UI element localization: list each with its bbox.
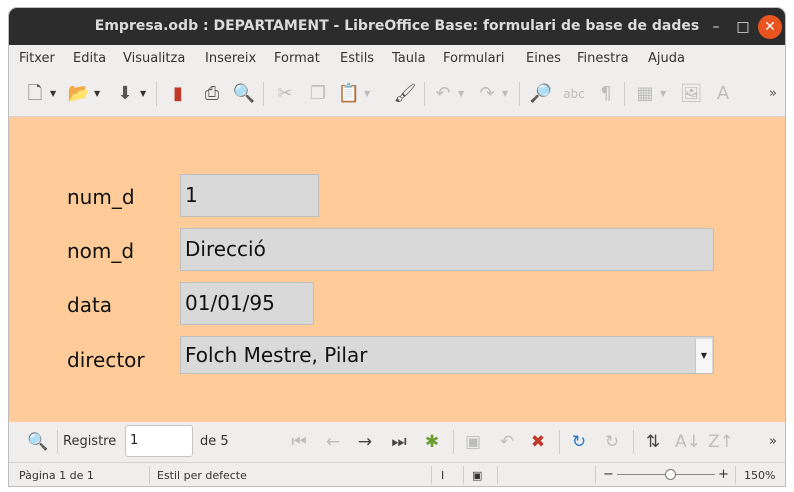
document-modified-icon: ▣ [472, 469, 483, 482]
zoom-slider-handle[interactable] [665, 469, 676, 480]
last-record-icon[interactable]: ⏭ [388, 431, 410, 453]
export-pdf-icon[interactable]: ▮ [166, 82, 190, 106]
zoom-in-button[interactable]: + [718, 467, 729, 482]
record-label: Registre [63, 434, 117, 449]
label-nom-d: nom_d [67, 239, 135, 263]
status-separator [463, 466, 464, 484]
toolbar-separator [519, 82, 520, 106]
redo-icon[interactable]: ↷ ▼ [475, 82, 508, 106]
page-style: Estil per defecte [157, 469, 247, 482]
maximize-button[interactable]: □ [731, 15, 755, 39]
menu-insereix[interactable]: Insereix [205, 51, 256, 66]
status-separator [431, 466, 432, 484]
toolbar-separator [633, 430, 634, 454]
record-number-input[interactable]: 1 [125, 425, 193, 457]
next-record-icon[interactable]: → [354, 431, 376, 453]
form-area: num_d 1 nom_d Direcció data 01/01/95 dir… [9, 117, 785, 422]
menu-eines[interactable]: Eines [526, 51, 561, 66]
insert-mode-icon: I [441, 469, 445, 482]
print-preview-icon[interactable]: 🔍 [232, 82, 256, 106]
zoom-out-button[interactable]: − [603, 467, 614, 482]
first-record-icon[interactable]: ⏮ [288, 431, 310, 453]
toolbar-separator [263, 82, 264, 106]
find-replace-icon[interactable]: 🔎 [529, 82, 553, 106]
menu-ajuda[interactable]: Ajuda [648, 51, 685, 66]
title-bar: Empresa.odb : DEPARTAMENT - LibreOffice … [9, 8, 785, 45]
menu-format[interactable]: Format [274, 51, 320, 66]
print-icon[interactable]: ⎙ [200, 82, 224, 106]
toolbar-separator [624, 82, 625, 106]
sort-ascending-icon[interactable]: A↓ [675, 431, 701, 453]
spelling-icon[interactable]: abc [562, 82, 586, 106]
label-num-d: num_d [67, 185, 135, 209]
toolbar-separator [453, 430, 454, 454]
find-record-icon[interactable]: 🔍 [27, 431, 49, 453]
menu-edita[interactable]: Edita [73, 51, 106, 66]
undo-record-icon[interactable]: ↶ [496, 431, 518, 453]
label-director: director [67, 348, 145, 372]
nom-d-field[interactable]: Direcció [180, 228, 714, 271]
data-field[interactable]: 01/01/95 [180, 282, 314, 325]
label-data: data [67, 293, 113, 317]
status-separator [149, 466, 150, 484]
menu-finestra[interactable]: Finestra [577, 51, 629, 66]
menu-bar: Fitxer Edita Visualitza Insereix Format … [9, 45, 785, 71]
minimize-button[interactable]: – [704, 15, 728, 39]
close-button[interactable]: ✕ [758, 15, 782, 39]
delete-record-icon[interactable]: ✖ [527, 431, 549, 453]
toolbar-separator [424, 82, 425, 106]
previous-record-icon[interactable]: ← [322, 431, 344, 453]
num-d-field[interactable]: 1 [180, 174, 319, 217]
refresh-icon[interactable]: ↻ [568, 431, 590, 453]
status-separator [735, 466, 736, 484]
menu-formulari[interactable]: Formulari [443, 51, 505, 66]
open-folder-icon[interactable]: 📂 ▼ [67, 82, 100, 106]
standard-toolbar: 🗋 ▼ 📂 ▼ ⬇ ▼ ▮ ⎙ 🔍 ✂ ❐ 📋 ▼ 🖌 ↶ ▼ ↷ ▼ 🔎 abc ¶ ▦ ▼… [9, 71, 785, 117]
copy-icon[interactable]: ❐ [306, 82, 330, 106]
window-title: Empresa.odb : DEPARTAMENT - LibreOffice … [94, 18, 700, 34]
toolbar-separator [559, 430, 560, 454]
form-navigation-toolbar: 🔍 Registre 1 de 5 ⏮ ← → ⏭ ✱ ▣ ↶ ✖ ↻ ↻ ⇅ … [9, 422, 785, 462]
menu-fitxer[interactable]: Fitxer [19, 51, 55, 66]
status-bar: Pàgina 1 de 1 Estil per defecte I ▣ − + … [9, 462, 785, 486]
chevron-down-icon[interactable]: ▼ [695, 339, 712, 373]
toolbar-overflow-icon[interactable]: » [761, 82, 785, 106]
undo-icon[interactable]: ↶ ▼ [431, 82, 464, 106]
zoom-level: 150% [744, 469, 776, 482]
sort-icon[interactable]: ⇅ [642, 431, 664, 453]
cut-icon[interactable]: ✂ [273, 82, 297, 106]
new-record-icon[interactable]: ✱ [421, 431, 443, 453]
director-dropdown[interactable]: Folch Mestre, Pilar ▼ [180, 336, 714, 374]
new-document-icon[interactable]: 🗋 ▼ [23, 82, 56, 106]
record-count-label: de 5 [200, 434, 229, 449]
status-separator [595, 466, 596, 484]
toolbar-separator [156, 82, 157, 106]
save-record-icon[interactable]: ▣ [462, 431, 484, 453]
text-box-icon[interactable]: A [711, 82, 735, 106]
navbar-overflow-icon[interactable]: » [762, 431, 784, 453]
save-icon[interactable]: ⬇ ▼ [113, 82, 146, 106]
director-value: Folch Mestre, Pilar [185, 343, 368, 367]
sort-descending-icon[interactable]: Z↑ [708, 431, 734, 453]
menu-estils[interactable]: Estils [340, 51, 374, 66]
paste-icon[interactable]: 📋 ▼ [337, 82, 370, 106]
application-window: Empresa.odb : DEPARTAMENT - LibreOffice … [9, 8, 785, 486]
refresh-control-icon[interactable]: ↻ [601, 431, 623, 453]
image-icon[interactable]: 🖼 [679, 82, 703, 106]
clone-formatting-icon[interactable]: 🖌 [393, 82, 417, 106]
menu-visualitza[interactable]: Visualitza [123, 51, 185, 66]
formatting-marks-icon[interactable]: ¶ [594, 82, 618, 106]
page-indicator: Pàgina 1 de 1 [19, 469, 94, 482]
status-separator [497, 466, 498, 484]
toolbar-separator [57, 430, 58, 454]
table-icon[interactable]: ▦ ▼ [633, 82, 666, 106]
menu-taula[interactable]: Taula [392, 51, 426, 66]
